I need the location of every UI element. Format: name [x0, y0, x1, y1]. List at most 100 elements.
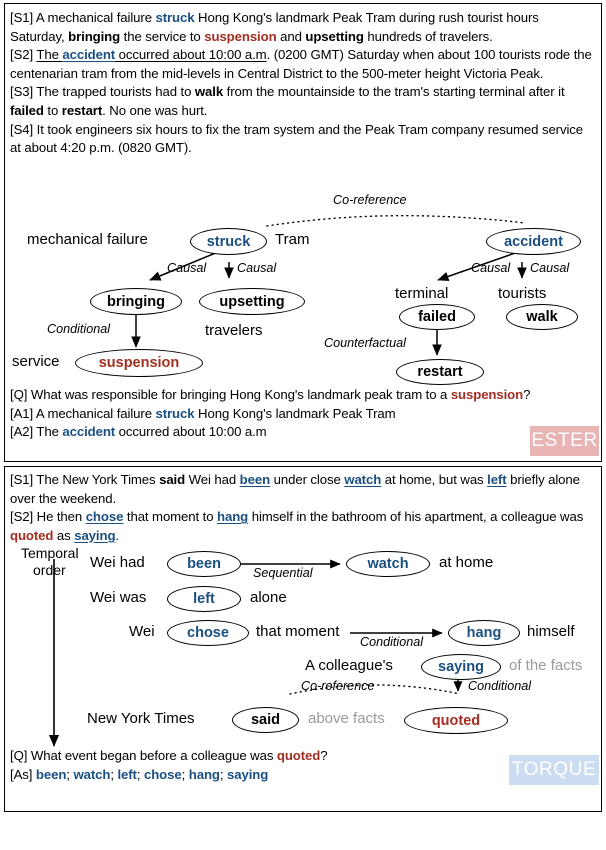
ester-sentence-s1: [S1] A mechanical failure struck Hong Ko… [5, 9, 601, 46]
temporal-order-label-line1: Temporal [21, 545, 79, 561]
answers-id: [As] [10, 766, 33, 782]
answer-token: hang [188, 766, 220, 782]
answer-id: [A2] [10, 424, 34, 440]
context-new-york-times: New York Times [87, 710, 195, 727]
context-that-moment: that moment [256, 623, 340, 640]
context-tram: Tram [275, 231, 310, 248]
edge-label-causal-2: Causal [237, 261, 277, 275]
text-run: occurred about 10:00 a.m [115, 424, 267, 440]
temporal-order-label-line2: order [33, 562, 66, 578]
context-wei: Wei [129, 623, 155, 640]
context-above-facts: above facts [308, 710, 385, 727]
answer-token: watch [73, 766, 111, 782]
node-struck[interactable]: struck [190, 228, 267, 255]
torque-panel: [S1] The New York Times said Wei had bee… [4, 466, 602, 812]
text-run: to [43, 102, 62, 118]
event-trigger-suspension: suspension [204, 28, 277, 44]
text-run: What was responsible for bringing Hong K… [30, 387, 451, 402]
context-a-colleagues: A colleague's [305, 657, 393, 674]
event-trigger-failed: failed [10, 102, 44, 118]
context-mechanical-failure: mechanical failure [27, 231, 148, 248]
node-walk[interactable]: walk [506, 304, 578, 330]
event-trigger-upsetting: upsetting [305, 28, 364, 44]
edge-label-causal-3: Causal [471, 261, 511, 275]
question-highlight: suspension [450, 387, 524, 402]
event-trigger-quoted: quoted [10, 527, 54, 543]
edge-label-coreference: Co-reference [301, 679, 375, 693]
context-travelers: travelers [205, 322, 263, 339]
node-restart[interactable]: restart [396, 359, 484, 385]
event-trigger-walk: walk [194, 84, 224, 100]
text-run: The New York Times [36, 472, 160, 487]
text-run: under close [270, 472, 345, 487]
node-bringing[interactable]: bringing [90, 288, 182, 315]
context-alone: alone [250, 589, 287, 606]
answer-separator: ; [219, 766, 227, 782]
answers-list: been; watch; left; chose; hang; saying [36, 767, 268, 782]
text-run: ? [523, 387, 531, 402]
sentence-id: [S2] [10, 47, 34, 63]
edge-label-sequential: Sequential [253, 566, 313, 580]
answer-token: left [117, 766, 137, 782]
torque-passage: [S1] The New York Times said Wei had bee… [5, 471, 601, 545]
ester-panel: [S1] A mechanical failure struck Hong Ko… [4, 3, 602, 462]
context-wei-had: Wei had [90, 554, 145, 571]
ester-passage: [S1] A mechanical failure struck Hong Ko… [5, 9, 601, 158]
text-run: ? [320, 748, 328, 763]
node-hang[interactable]: hang [448, 620, 520, 646]
node-upsetting[interactable]: upsetting [199, 288, 305, 315]
edge-label-causal-4: Causal [530, 261, 570, 275]
context-at-home: at home [439, 554, 494, 571]
node-saying[interactable]: saying [421, 654, 501, 680]
edge-label-counterfactual: Counterfactual [324, 336, 406, 350]
question-highlight: quoted [276, 748, 321, 763]
node-quoted[interactable]: quoted [404, 707, 508, 734]
question-id: [Q] [10, 387, 28, 402]
node-left[interactable]: left [167, 586, 241, 612]
answer-highlight: accident [62, 424, 116, 440]
node-failed[interactable]: failed [399, 304, 475, 330]
node-said[interactable]: said [232, 707, 299, 733]
answer-id: [A1] [10, 405, 34, 421]
edge-label-causal-1: Causal [167, 261, 207, 275]
text-run: A mechanical failure [35, 10, 156, 25]
ester-sentence-s3: [S3] The trapped tourists had to walk fr… [5, 83, 601, 120]
text-run: as [53, 527, 75, 543]
sentence-id: [S1] [10, 10, 34, 25]
answer-separator: ; [181, 766, 189, 782]
answer-highlight: struck [155, 405, 195, 421]
event-trigger-hang: hang [217, 509, 249, 525]
answer-token: been [35, 766, 67, 782]
ester-sentence-s4: [S4] It took engineers six hours to fix … [5, 121, 601, 158]
context-service: service [12, 353, 60, 370]
event-trigger-accident: accident [62, 47, 116, 63]
event-trigger-said: said [159, 472, 186, 487]
node-watch[interactable]: watch [346, 551, 430, 577]
edge-label-conditional-1: Conditional [360, 635, 424, 649]
event-trigger-been: been [239, 472, 271, 487]
context-of-the-facts: of the facts [509, 657, 583, 674]
event-trigger-restart: restart [61, 102, 103, 118]
event-trigger-left: left [487, 472, 507, 487]
answer-token: saying [227, 766, 269, 782]
text-run: at home, but was [381, 472, 488, 487]
ester-answer-a2: [A2] The accident occurred about 10:00 a… [5, 423, 601, 442]
edge-coreference [266, 214, 526, 227]
answer-separator: ; [136, 766, 144, 782]
event-trigger-chose: chose [85, 509, 124, 525]
text-run: occurred about 10:00 a.m [115, 47, 267, 63]
ester-qa: [Q] What was responsible for bringing Ho… [5, 386, 601, 442]
node-accident[interactable]: accident [486, 228, 581, 255]
context-wei-was: Wei was [90, 589, 147, 606]
edge-label-coreference: Co-reference [333, 193, 407, 207]
ester-question: [Q] What was responsible for bringing Ho… [5, 386, 601, 405]
sentence-id: [S3] [10, 84, 34, 100]
text-run: and [276, 28, 306, 44]
text-run: himself in the bathroom of his apartment… [248, 509, 584, 525]
node-suspension[interactable]: suspension [75, 349, 203, 377]
text-run: The trapped tourists had to [36, 84, 195, 100]
node-been[interactable]: been [167, 551, 241, 577]
node-chose[interactable]: chose [167, 620, 249, 646]
figure-root: [S1] A mechanical failure struck Hong Ko… [0, 0, 606, 850]
ester-answer-a1: [A1] A mechanical failure struck Hong Ko… [5, 405, 601, 424]
